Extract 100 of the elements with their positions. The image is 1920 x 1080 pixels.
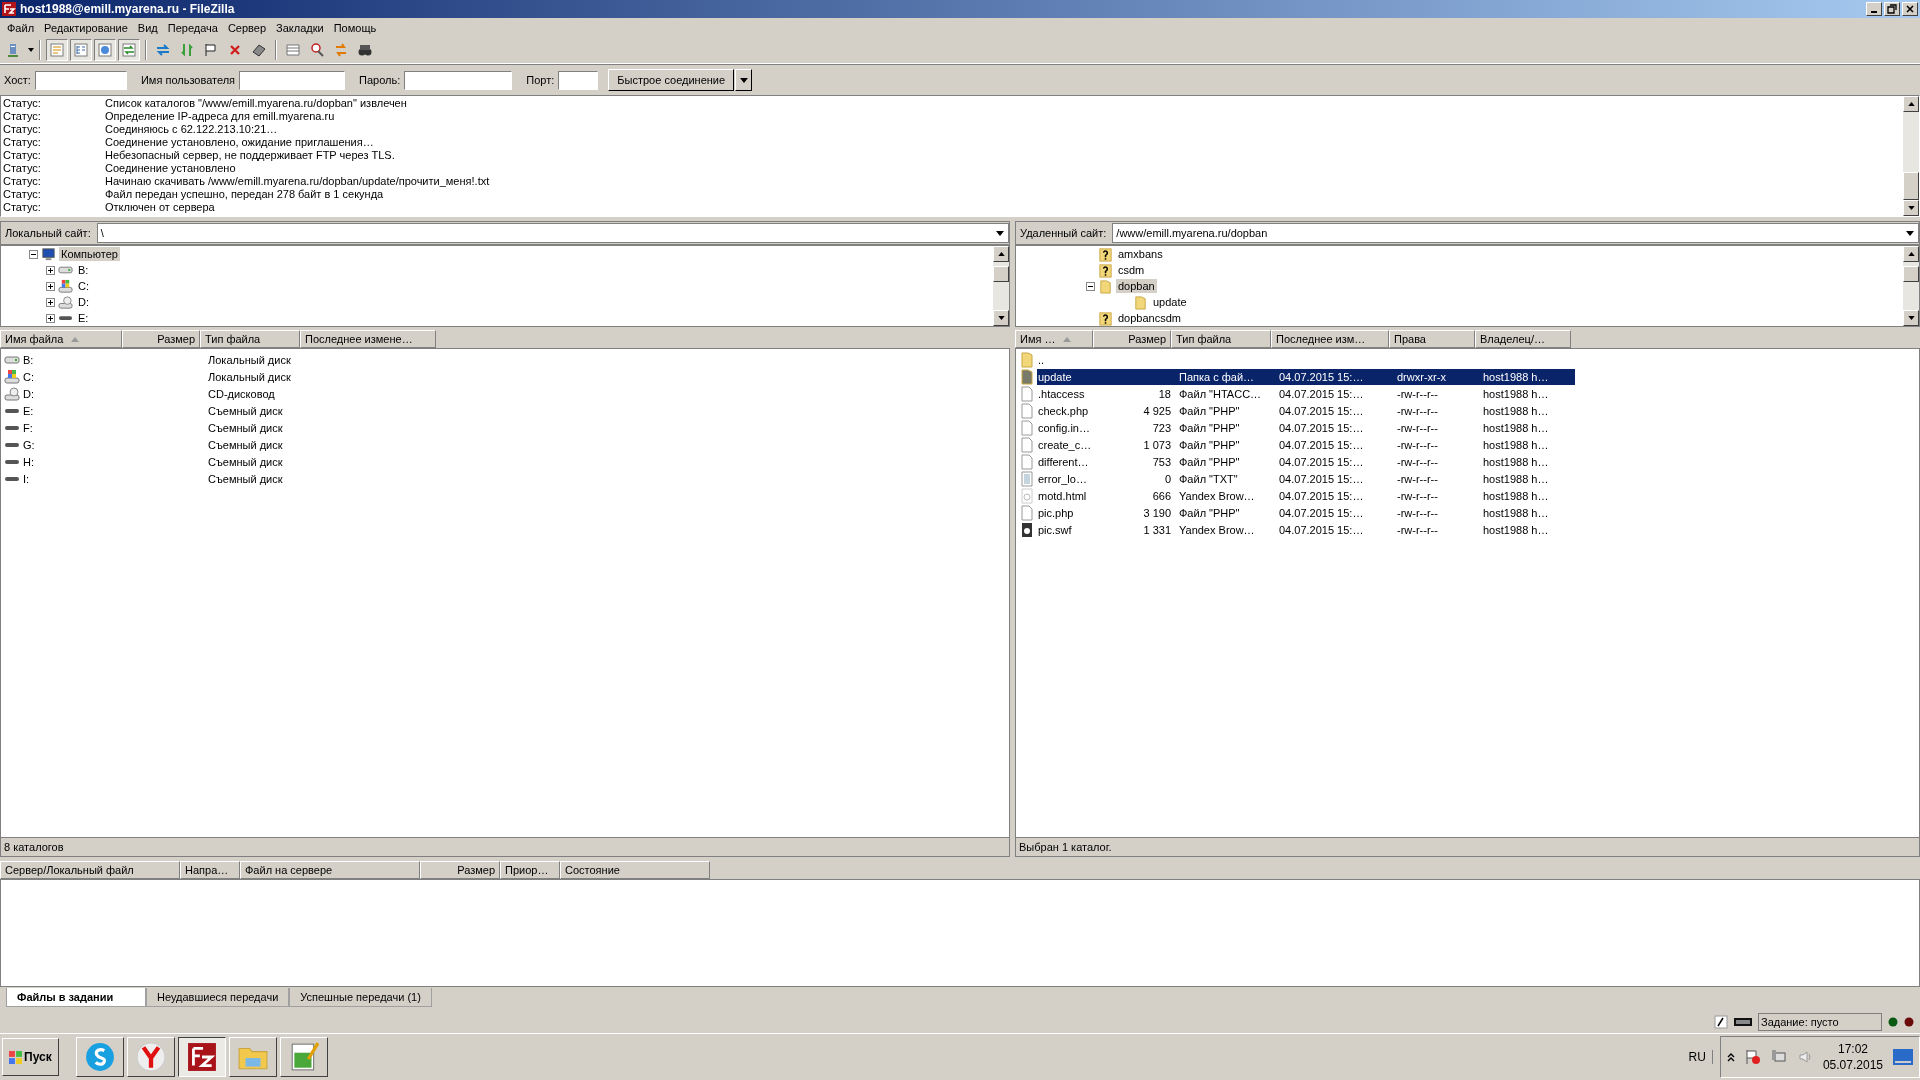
file-name[interactable]: pic.swf	[1037, 521, 1097, 538]
expand-icon[interactable]	[46, 313, 55, 323]
show-desktop-icon[interactable]	[1893, 1049, 1913, 1065]
scroll-down-icon[interactable]	[1907, 316, 1915, 320]
queue-tab[interactable]: Успешные передачи (1)	[289, 988, 432, 1007]
file-name[interactable]: I:	[22, 470, 126, 487]
column-header[interactable]: Размер	[1093, 330, 1171, 348]
tree-item[interactable]: csdm	[1116, 263, 1147, 277]
file-name[interactable]: different…	[1037, 453, 1097, 470]
column-header[interactable]: Размер	[122, 330, 200, 348]
path-field[interactable]: /www/emill.myarena.ru/dopban	[1112, 223, 1919, 243]
tree-item[interactable]: dopbancsdm	[1116, 311, 1183, 325]
column-header[interactable]: Владелец/…	[1475, 330, 1571, 348]
column-header[interactable]: Приор…	[500, 861, 560, 879]
collapse-icon[interactable]	[29, 249, 38, 259]
column-header[interactable]: Напра…	[180, 861, 240, 879]
menu-item[interactable]: Закладки	[271, 21, 329, 34]
start-button[interactable]: Пуск	[2, 1038, 59, 1076]
column-header[interactable]: Права	[1389, 330, 1475, 348]
quickconnect-dropdown[interactable]	[735, 69, 753, 91]
table-cell-text: Файл "PHP"	[1178, 454, 1241, 470]
log-panel-icon[interactable]	[46, 39, 68, 61]
scrollbar[interactable]	[993, 246, 1009, 326]
caret-down-icon[interactable]	[1906, 230, 1914, 236]
file-name[interactable]: C:	[22, 368, 126, 385]
column-header[interactable]: Размер	[420, 861, 500, 879]
column-header[interactable]: Состояние	[560, 861, 710, 879]
expand-icon[interactable]	[46, 297, 55, 307]
scrollbar[interactable]	[1903, 96, 1919, 216]
scroll-thumb[interactable]	[1903, 266, 1919, 282]
taskbar-button[interactable]	[177, 1037, 226, 1077]
file-name[interactable]: F:	[22, 419, 126, 436]
input-field[interactable]	[404, 70, 513, 90]
scroll-down-icon[interactable]	[997, 316, 1005, 320]
menu-item[interactable]: Сервер	[222, 21, 272, 34]
menu-item[interactable]: Редактирование	[39, 21, 133, 34]
caret-down-icon[interactable]	[996, 230, 1004, 236]
tree-panel-icon[interactable]	[70, 39, 92, 61]
file-name[interactable]: pic.php	[1037, 504, 1097, 521]
dropdown-icon[interactable]	[28, 48, 34, 52]
minimize-button[interactable]	[1866, 2, 1882, 16]
file-name[interactable]: config.in…	[1037, 419, 1097, 436]
file-name[interactable]: H:	[22, 453, 126, 470]
collapse-icon[interactable]	[1086, 281, 1095, 291]
column-header[interactable]: Тип файла	[1171, 330, 1271, 348]
chevron-up-icon[interactable]	[1726, 1052, 1735, 1062]
quickconnect-button[interactable]: Быстрое соединение	[608, 69, 735, 91]
expand-icon[interactable]	[46, 281, 55, 291]
tree-item[interactable]: amxbans	[1116, 247, 1165, 261]
clock[interactable]: 17:02 05.07.2015	[1822, 1041, 1883, 1073]
file-name[interactable]: error_lo…	[1037, 470, 1097, 487]
queue-panel-icon[interactable]	[118, 39, 140, 61]
file-name[interactable]: create_c…	[1037, 436, 1097, 453]
column-header[interactable]: Последнее измене…	[300, 330, 436, 348]
menu-item[interactable]: Передача	[162, 21, 223, 34]
file-name[interactable]: D:	[22, 385, 126, 402]
language-indicator[interactable]: RU	[1688, 1050, 1713, 1064]
restore-button[interactable]	[1884, 2, 1900, 16]
input-field[interactable]	[239, 70, 346, 90]
file-name[interactable]: ..	[1037, 351, 1097, 368]
menu-item[interactable]: Вид	[132, 21, 163, 34]
scroll-thumb[interactable]	[993, 266, 1009, 282]
path-field[interactable]: \	[96, 223, 1009, 243]
tree-item[interactable]: update	[1151, 295, 1189, 309]
column-header[interactable]: Сервер/Локальный файл	[0, 861, 180, 879]
tree-item[interactable]: dopban	[1116, 279, 1157, 293]
queue-tab[interactable]: Неудавшиеся передачи	[146, 988, 290, 1007]
scroll-up-icon[interactable]	[997, 252, 1005, 256]
menu-item[interactable]: Помощь	[328, 21, 382, 34]
tree-item[interactable]: Компьютер	[59, 247, 120, 261]
tree-item[interactable]: D:	[76, 295, 91, 309]
input-field[interactable]	[34, 70, 127, 90]
scroll-up-icon[interactable]	[1907, 102, 1915, 106]
column-header[interactable]: Тип файла	[200, 330, 300, 348]
file-name[interactable]: .htaccess	[1037, 385, 1097, 402]
expand-icon[interactable]	[46, 265, 55, 275]
remote-tree-icon[interactable]	[94, 39, 116, 61]
file-name[interactable]: G:	[22, 436, 126, 453]
file-name[interactable]: E:	[22, 402, 126, 419]
flag-error-icon[interactable]	[1744, 1049, 1761, 1065]
column-header[interactable]: Последнее изм…	[1271, 330, 1389, 348]
column-header[interactable]: Имя файла	[0, 330, 122, 348]
file-name[interactable]: motd.html	[1037, 487, 1097, 504]
table-cell-text: host1988 h…	[1482, 386, 1550, 402]
file-name[interactable]: update	[1037, 368, 1097, 385]
menu-item[interactable]: Файл	[2, 21, 40, 34]
scroll-thumb[interactable]	[1903, 172, 1919, 200]
column-header[interactable]: Имя …	[1015, 330, 1093, 348]
scrollbar[interactable]	[1903, 246, 1919, 326]
file-name[interactable]: check.php	[1037, 402, 1097, 419]
column-header[interactable]: Файл на сервере	[240, 861, 420, 879]
tree-item[interactable]: E:	[76, 311, 91, 325]
file-name[interactable]: B:	[22, 351, 126, 368]
tree-item[interactable]: C:	[76, 279, 91, 293]
input-field[interactable]	[558, 70, 599, 90]
scroll-down-icon[interactable]	[1907, 206, 1915, 210]
queue-tab[interactable]: Файлы в задании	[6, 988, 146, 1007]
tree-item[interactable]: B:	[76, 263, 91, 277]
close-button[interactable]	[1902, 2, 1918, 16]
scroll-up-icon[interactable]	[1907, 252, 1915, 256]
